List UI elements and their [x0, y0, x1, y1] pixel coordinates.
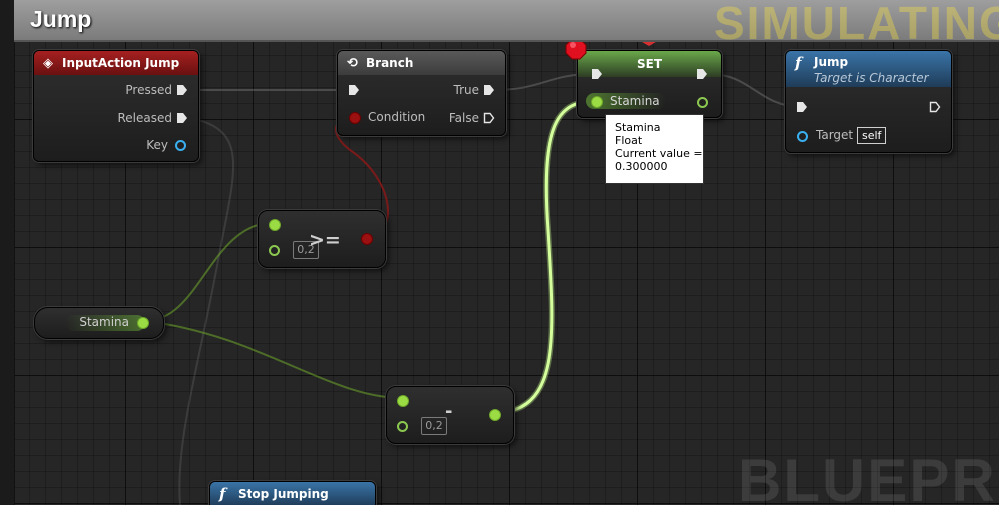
simulating-watermark: SIMULATING — [714, 0, 999, 49]
stamina-getter-out-pin-icon[interactable] — [137, 317, 149, 329]
branch-title: Branch — [366, 56, 414, 70]
subtract-operator: - — [445, 401, 453, 422]
compare-out-pin-icon[interactable] — [361, 233, 373, 245]
jump-function-subtitle: Target is Character — [814, 71, 929, 85]
stop-jumping-header[interactable]: f Stop Jumping — [210, 482, 375, 505]
released-exec-pin-icon[interactable] — [176, 112, 188, 124]
subtract-out-pin-icon[interactable] — [489, 409, 501, 421]
set-stamina-pin-label: Stamina — [610, 94, 660, 108]
jump-function-header[interactable]: f Jump Target is Character — [786, 51, 951, 87]
jump-exec-out-icon[interactable] — [929, 101, 941, 113]
branch-header[interactable]: ⟲ Branch — [338, 51, 505, 75]
stamina-value-tooltip: Stamina Float Current value = 0.300000 — [605, 114, 704, 184]
target-pin-label: Target — [816, 128, 854, 142]
true-exec-pin-icon[interactable] — [483, 84, 495, 96]
blueprint-watermark: BLUEPRINT — [738, 447, 999, 505]
tooltip-value-label: Current value = — [615, 147, 703, 160]
branch-arrow-icon: ⟲ — [347, 56, 358, 71]
input-action-jump-node[interactable]: ◈ InputAction Jump Pressed Released Key — [33, 50, 199, 162]
compare-in-b-pin-icon[interactable] — [269, 245, 280, 256]
subtract-value-input[interactable]: 0,2 — [421, 417, 447, 435]
set-stamina-in-pin-icon[interactable] — [591, 96, 603, 108]
pressed-exec-pin-icon[interactable] — [176, 84, 188, 96]
target-self-value[interactable]: self — [857, 127, 887, 144]
greater-equal-node[interactable]: 0,2 >= — [258, 210, 386, 268]
diamond-event-icon: ◈ — [43, 56, 53, 71]
tooltip-value: 0.300000 — [615, 160, 668, 173]
tooltip-variable-type: Float — [615, 134, 643, 147]
condition-pin-icon[interactable] — [349, 112, 361, 124]
jump-exec-in-icon[interactable] — [796, 101, 808, 113]
branch-node[interactable]: ⟲ Branch Condition True False — [337, 50, 506, 136]
key-pin-icon[interactable] — [175, 140, 186, 151]
stop-jumping-node[interactable]: f Stop Jumping — [209, 481, 376, 505]
jump-function-node[interactable]: f Jump Target is Character Target self — [785, 50, 952, 153]
input-action-jump-header[interactable]: ◈ InputAction Jump — [34, 51, 198, 75]
graph-title: Jump — [30, 6, 92, 32]
tooltip-variable-name: Stamina — [615, 121, 661, 134]
stop-jumping-title: Stop Jumping — [238, 487, 329, 501]
function-f-icon: f — [219, 485, 226, 503]
set-exec-in-icon[interactable] — [591, 68, 603, 80]
true-pin-label: True — [453, 83, 480, 97]
subtract-node[interactable]: 0,2 - — [386, 386, 514, 444]
graph-title-bar: Jump SIMULATING — [14, 0, 999, 49]
compare-in-a-pin-icon[interactable] — [269, 219, 281, 231]
set-stamina-out-pin-icon[interactable] — [697, 97, 708, 108]
function-f-icon: f — [795, 54, 802, 72]
branch-exec-in-icon[interactable] — [348, 84, 360, 96]
false-exec-pin-icon[interactable] — [483, 112, 495, 124]
set-exec-out-icon[interactable] — [696, 68, 708, 80]
key-pin-label: Key — [146, 138, 168, 152]
input-action-jump-title: InputAction Jump — [62, 56, 180, 70]
target-pin-icon[interactable] — [797, 131, 808, 142]
subtract-in-a-pin-icon[interactable] — [397, 395, 409, 407]
stamina-getter-label: Stamina — [79, 315, 129, 329]
compare-operator: >= — [309, 229, 341, 251]
blueprint-graph-canvas[interactable]: ◈ InputAction Jump Pressed Released Key … — [0, 0, 999, 505]
condition-pin-label: Condition — [368, 110, 426, 124]
left-panel-edge — [0, 0, 15, 505]
subtract-in-b-pin-icon[interactable] — [397, 421, 408, 432]
false-pin-label: False — [448, 111, 479, 125]
pressed-pin-label: Pressed — [125, 83, 172, 97]
jump-function-title: Jump — [814, 55, 849, 69]
released-pin-label: Released — [117, 111, 172, 125]
stamina-getter-node[interactable]: Stamina — [34, 307, 164, 339]
set-stamina-node[interactable]: SET Stamina — [577, 50, 722, 118]
